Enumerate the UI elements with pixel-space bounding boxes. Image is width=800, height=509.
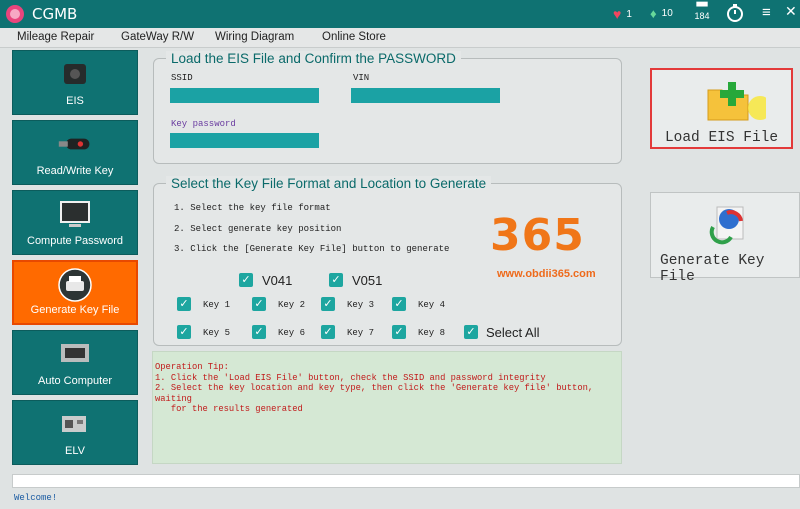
key-8-label: Key 8 — [418, 328, 446, 338]
tip-line-2: 2. Select the key location and key type,… — [155, 383, 594, 404]
key-3-label: Key 3 — [347, 300, 375, 310]
sidebar-item-eis[interactable]: EIS — [12, 50, 138, 115]
instruction-steps: 1. Select the key file format 2. Select … — [174, 198, 449, 260]
app-logo-icon — [6, 5, 24, 23]
load-eis-panel: Load the EIS File and Confirm the PASSWO… — [153, 51, 622, 164]
sidebar-item-generate-key-file[interactable]: Generate Key File — [12, 260, 138, 325]
folder-add-icon — [706, 80, 772, 131]
key-file-panel: Select the Key File Format and Location … — [153, 176, 622, 346]
heart-icon: ♥ — [613, 6, 622, 22]
v041-label: V041 — [262, 273, 293, 288]
counter-value: 184 — [694, 11, 710, 21]
diamond-icon: ♦ — [650, 6, 657, 21]
tip-header: Operation Tip: — [155, 362, 229, 372]
menu-item-mileage-repair[interactable]: Mileage Repair — [17, 31, 94, 43]
ssid-label: SSID — [171, 73, 193, 83]
computer-icon — [57, 199, 93, 229]
key-4-checkbox[interactable]: ✓ — [392, 297, 406, 311]
menu-item-wiring-diagram[interactable]: Wiring Diagram — [215, 31, 294, 43]
ecu-icon — [57, 339, 93, 369]
key-1-label: Key 1 — [203, 300, 231, 310]
menu-icon[interactable]: ≡ — [762, 4, 771, 21]
key-4-label: Key 4 — [418, 300, 446, 310]
diamonds-indicator: ♦ 10 — [650, 6, 673, 21]
key-5-label: Key 5 — [203, 328, 231, 338]
title-bar: CGMB ♥ 1 ♦ 10 ▀▀ 184 ≡ ✕ — [0, 0, 800, 28]
step-2: 2. Select generate key position — [174, 223, 342, 234]
v051-label: V051 — [352, 273, 383, 288]
key-2-label: Key 2 — [278, 300, 306, 310]
select-all-label: Select All — [486, 325, 540, 340]
hearts-indicator: ♥ 1 — [613, 6, 632, 22]
status-message: Welcome! — [14, 493, 58, 503]
generate-file-icon — [707, 203, 747, 250]
vin-label: VIN — [353, 73, 370, 83]
menu-item-online-store[interactable]: Online Store — [322, 31, 386, 43]
elv-module-icon — [57, 409, 93, 439]
menu-item-gateway-rw[interactable]: GateWay R/W — [121, 31, 194, 43]
watermark-365: 365 — [490, 210, 585, 261]
status-bar — [12, 474, 800, 488]
v041-checkbox[interactable]: ✓ — [239, 273, 253, 287]
load-panel-title: Load the EIS File and Confirm the PASSWO… — [166, 51, 461, 66]
select-all-checkbox[interactable]: ✓ — [464, 325, 478, 339]
diamond-count: 10 — [661, 8, 673, 19]
printer-icon — [57, 268, 93, 302]
step-1: 1. Select the key file format — [174, 203, 331, 213]
key-password-label: Key password — [171, 119, 236, 129]
key-password-field[interactable] — [170, 133, 319, 148]
load-eis-file-label: Load EIS File — [664, 130, 779, 146]
sidebar-item-label: Generate Key File — [30, 304, 120, 316]
sidebar-item-auto-computer[interactable]: Auto Computer — [12, 330, 138, 395]
car-key-icon — [57, 129, 93, 159]
menu-bar: Mileage Repair GateWay R/W Wiring Diagra… — [0, 28, 800, 48]
generate-key-file-label: Generate Key File — [660, 253, 765, 285]
ssid-field[interactable] — [170, 88, 319, 103]
sidebar-item-label: Compute Password — [27, 235, 123, 247]
key-7-checkbox[interactable]: ✓ — [321, 325, 335, 339]
watermark-url: www.obdii365.com — [497, 268, 596, 280]
sidebar-item-label: Read/Write Key — [36, 165, 114, 177]
key-2-checkbox[interactable]: ✓ — [252, 297, 266, 311]
stopwatch-icon[interactable] — [726, 3, 744, 28]
key-8-checkbox[interactable]: ✓ — [392, 325, 406, 339]
sidebar-item-compute-password[interactable]: Compute Password — [12, 190, 138, 255]
app-title: CGMB — [32, 5, 78, 23]
key-panel-title: Select the Key File Format and Location … — [166, 176, 492, 191]
tip-line-3: for the results generated — [155, 404, 303, 414]
key-3-checkbox[interactable]: ✓ — [321, 297, 335, 311]
key-7-label: Key 7 — [347, 328, 375, 338]
step-3: 3. Click the [Generate Key File] button … — [174, 244, 450, 254]
sidebar-item-read-write-key[interactable]: Read/Write Key — [12, 120, 138, 185]
key-6-checkbox[interactable]: ✓ — [252, 325, 266, 339]
vin-field[interactable] — [351, 88, 500, 103]
key-1-checkbox[interactable]: ✓ — [177, 297, 191, 311]
key-6-label: Key 6 — [278, 328, 306, 338]
tip-line-1: 1. Click the 'Load EIS File' button, che… — [155, 372, 546, 383]
sidebar-item-label: Auto Computer — [38, 375, 112, 387]
generate-key-file-button[interactable]: Generate Key File — [650, 192, 800, 285]
counter-icon[interactable]: ▀▀ 184 — [692, 3, 712, 23]
key-5-checkbox[interactable]: ✓ — [177, 325, 191, 339]
close-icon[interactable]: ✕ — [785, 3, 797, 20]
sidebar: EIS Read/Write Key Compute Password Gene… — [12, 50, 138, 470]
operation-tip-panel: Operation Tip: 1. Click the 'Load EIS Fi… — [152, 351, 622, 464]
sidebar-item-label: ELV — [65, 445, 85, 457]
eis-module-icon — [57, 59, 93, 89]
load-eis-file-button[interactable]: Load EIS File — [650, 68, 793, 149]
sidebar-item-label: EIS — [66, 95, 84, 107]
v051-checkbox[interactable]: ✓ — [329, 273, 343, 287]
heart-count: 1 — [626, 8, 632, 20]
sidebar-item-elv[interactable]: ELV — [12, 400, 138, 465]
